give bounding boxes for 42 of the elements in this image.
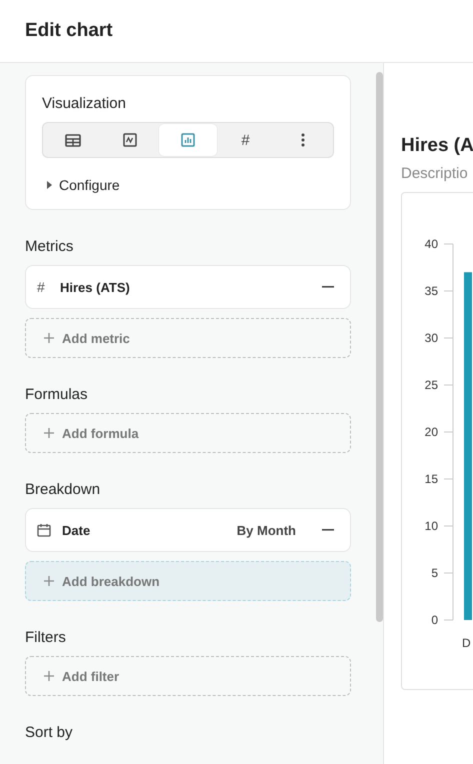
chart-title: Hires (A — [401, 135, 473, 157]
card-title: Visualization — [42, 95, 126, 112]
calendar-icon — [37, 523, 51, 537]
caret-icon — [47, 181, 52, 189]
number-chart-button[interactable]: # — [216, 124, 274, 156]
axis-tick-label: 10 — [424, 519, 438, 533]
section-title: Sort by — [25, 724, 74, 741]
bar-chart-icon — [180, 133, 195, 147]
section-title: Formulas — [25, 386, 89, 403]
axis-tick-label: 15 — [424, 472, 438, 486]
field-label: Hires (ATS) — [60, 280, 131, 294]
axis-tick-label: 35 — [424, 284, 438, 298]
add-button[interactable]: Add metric — [25, 318, 351, 358]
add-button[interactable]: Add filter — [25, 656, 351, 696]
table-icon — [64, 134, 81, 146]
chart-description: Descriptio — [401, 165, 469, 182]
section-title: Filters — [25, 629, 67, 646]
plus-icon — [44, 576, 54, 586]
section-title: Metrics — [25, 238, 74, 255]
hash-icon: # — [37, 279, 51, 295]
plus-icon — [44, 671, 54, 681]
field-value[interactable]: By Month — [236, 522, 296, 538]
more-icon — [301, 133, 306, 147]
section-title: Breakdown — [25, 481, 102, 498]
axis-tick-label: 25 — [424, 378, 438, 392]
axis-tick-label: 40 — [424, 237, 438, 251]
plus-icon — [44, 333, 54, 343]
axis-tick-label: 20 — [424, 425, 438, 439]
field-label: Date — [62, 522, 92, 538]
configure-toggle[interactable]: Configure — [42, 177, 120, 193]
field-row[interactable]: # Hires (ATS) — [25, 265, 351, 309]
scrollbar[interactable] — [376, 72, 383, 622]
axis-tick-label: 5 — [431, 566, 438, 580]
line-chart-icon — [123, 133, 138, 147]
axis-tick-label: D — [462, 636, 471, 650]
plus-icon — [44, 428, 54, 438]
dialog-title: Edit chart — [25, 20, 113, 42]
add-button[interactable]: Add breakdown — [25, 561, 351, 601]
axis-tick-label: 0 — [431, 613, 438, 627]
axis-tick-label: 30 — [424, 331, 438, 345]
add-button[interactable]: Add formula — [25, 413, 351, 453]
field-row[interactable]: Date By Month — [25, 508, 351, 552]
